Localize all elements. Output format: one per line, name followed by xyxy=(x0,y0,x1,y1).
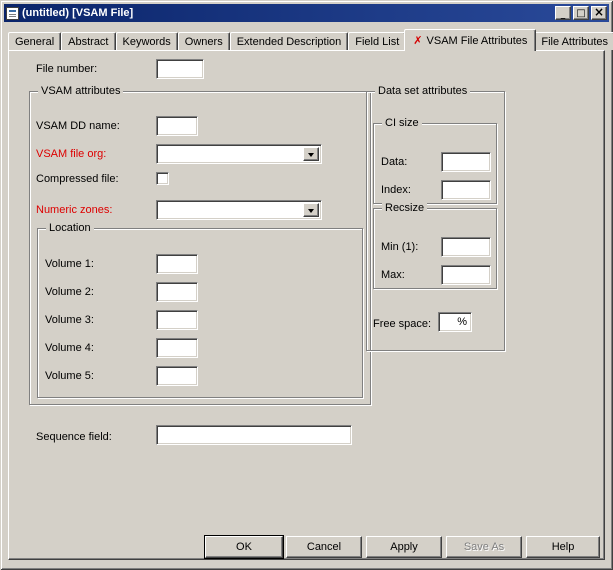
tab-label: VSAM File Attributes xyxy=(427,35,528,47)
ci-size-group-title: CI size xyxy=(382,117,422,130)
percent-unit: % xyxy=(457,316,467,328)
tab-label: File Attributes xyxy=(541,36,608,48)
ci-index-label: Index: xyxy=(381,184,411,197)
save-as-button: Save As xyxy=(446,536,522,558)
window-title: (untitled) [VSAM File] xyxy=(22,4,555,22)
tab-vsam-file-attributes[interactable]: ✗ VSAM File Attributes xyxy=(404,29,536,51)
combobox-value xyxy=(157,145,303,163)
vsam-dd-name-label: VSAM DD name: xyxy=(36,120,120,133)
sequence-field-label: Sequence field: xyxy=(36,431,112,444)
tab-field-list[interactable]: Field List xyxy=(348,32,406,50)
tab-panel: File number: VSAM attributes VSAM DD nam… xyxy=(8,50,605,560)
chevron-down-icon xyxy=(308,153,314,160)
compressed-file-label: Compressed file: xyxy=(36,173,119,186)
chevron-down-icon xyxy=(308,209,314,216)
recsize-min-label: Min (1): xyxy=(381,241,418,254)
help-button[interactable]: Help xyxy=(526,536,600,558)
volume-1-label: Volume 1: xyxy=(45,258,94,271)
vsam-file-org-combobox[interactable] xyxy=(156,144,322,164)
tab-general[interactable]: General xyxy=(8,32,61,50)
tab-abstract[interactable]: Abstract xyxy=(61,32,115,50)
recsize-min-input[interactable] xyxy=(441,237,491,257)
location-group-title: Location xyxy=(46,222,94,235)
red-x-icon: ✗ xyxy=(413,34,422,47)
volume-2-input[interactable] xyxy=(156,282,198,302)
dropdown-button[interactable] xyxy=(303,203,319,217)
dropdown-button[interactable] xyxy=(303,147,319,161)
dialog-window: (untitled) [VSAM File] _ □ × General Abs… xyxy=(0,0,613,570)
ci-data-input[interactable] xyxy=(441,152,491,172)
tab-label: General xyxy=(15,36,54,48)
numeric-zones-label: Numeric zones: xyxy=(36,204,112,217)
vsam-dd-name-input[interactable] xyxy=(156,116,198,136)
volume-5-input[interactable] xyxy=(156,366,198,386)
recsize-max-label: Max: xyxy=(381,269,405,282)
sequence-field-input[interactable] xyxy=(156,425,352,445)
file-number-label: File number: xyxy=(36,63,97,76)
recsize-group-title: Recsize xyxy=(382,202,427,215)
tab-keywords[interactable]: Keywords xyxy=(116,32,178,50)
minimize-button[interactable]: _ xyxy=(555,6,571,20)
window-controls: _ □ × xyxy=(555,6,607,20)
ci-data-label: Data: xyxy=(381,156,407,169)
data-set-attributes-group-title: Data set attributes xyxy=(375,85,470,98)
close-icon: × xyxy=(594,7,604,18)
combobox-value xyxy=(157,201,303,219)
ok-button[interactable]: OK xyxy=(205,536,283,558)
volume-4-label: Volume 4: xyxy=(45,342,94,355)
document-icon[interactable] xyxy=(6,7,19,20)
file-number-input[interactable] xyxy=(156,59,204,79)
free-space-input[interactable]: % xyxy=(438,312,472,332)
tab-extended-description[interactable]: Extended Description xyxy=(230,32,349,50)
volume-3-label: Volume 3: xyxy=(45,314,94,327)
ci-index-input[interactable] xyxy=(441,180,491,200)
cancel-button[interactable]: Cancel xyxy=(286,536,362,558)
volume-3-input[interactable] xyxy=(156,310,198,330)
apply-button[interactable]: Apply xyxy=(366,536,442,558)
maximize-icon: □ xyxy=(576,8,585,19)
vsam-file-org-label: VSAM file org: xyxy=(36,148,106,161)
close-button[interactable]: × xyxy=(591,6,607,20)
maximize-button[interactable]: □ xyxy=(573,6,589,20)
tab-label: Abstract xyxy=(68,36,108,48)
vsam-attributes-group-title: VSAM attributes xyxy=(38,85,123,98)
volume-2-label: Volume 2: xyxy=(45,286,94,299)
minimize-icon: _ xyxy=(561,10,566,21)
recsize-max-input[interactable] xyxy=(441,265,491,285)
volume-1-input[interactable] xyxy=(156,254,198,274)
volume-4-input[interactable] xyxy=(156,338,198,358)
tab-label: Keywords xyxy=(123,36,171,48)
tab-label: Extended Description xyxy=(237,36,342,48)
compressed-file-checkbox[interactable] xyxy=(156,172,169,185)
tab-label: Field List xyxy=(355,36,399,48)
numeric-zones-combobox[interactable] xyxy=(156,200,322,220)
titlebar[interactable]: (untitled) [VSAM File] _ □ × xyxy=(4,4,609,22)
tab-owners[interactable]: Owners xyxy=(178,32,230,50)
tabstrip: General Abstract Keywords Owners Extende… xyxy=(8,29,613,50)
volume-5-label: Volume 5: xyxy=(45,370,94,383)
tab-label: Owners xyxy=(185,36,223,48)
tab-file-attributes[interactable]: File Attributes xyxy=(534,32,613,50)
free-space-label: Free space: xyxy=(373,318,431,331)
